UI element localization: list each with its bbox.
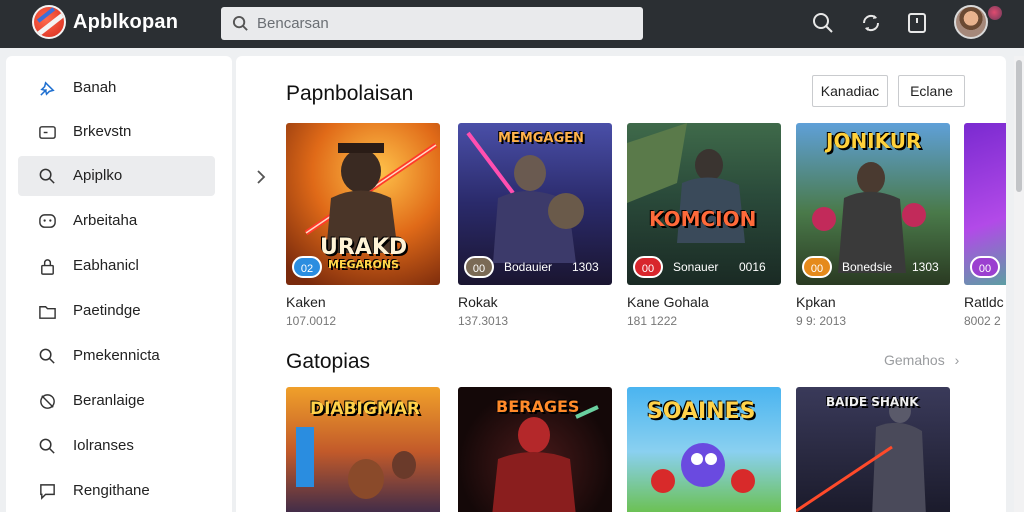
sidebar: Banah Brkevstn Apiplko Arbeitaha Eabhani… [6, 56, 232, 512]
game-name[interactable]: Kpkan [796, 294, 836, 310]
sidebar-item-eabhanicl[interactable]: Eabhanicl [18, 246, 215, 286]
sidebar-item-label: Pmekennicta [73, 347, 160, 364]
game-cover[interactable]: JONIKUR 00 Bonedsie 1303 [796, 123, 950, 285]
game-meta: 137.3013 [458, 314, 509, 328]
search-icon [39, 348, 55, 364]
sidebar-item-label: Eabhanicl [73, 257, 139, 274]
see-all-link[interactable]: Gemahos › [884, 352, 959, 368]
sidebar-item-pmekennicta[interactable]: Pmekennicta [18, 336, 215, 376]
game-name[interactable]: Kaken [286, 294, 326, 310]
app-name[interactable]: Apblkopan [73, 11, 178, 34]
sidebar-item-label: Brkevstn [73, 123, 132, 140]
sidebar-item-brkevstn[interactable]: Brkevstn [18, 112, 215, 152]
app-logo[interactable] [32, 5, 66, 39]
cover-number: 1303 [912, 260, 939, 274]
chat-icon [39, 214, 56, 228]
search-icon [39, 438, 55, 454]
notification-badge[interactable] [986, 4, 1004, 22]
sidebar-item-arbeitaha[interactable]: Arbeitaha [18, 201, 215, 241]
cover-number: 1303 [572, 260, 599, 274]
cover-title: JONIKUR [826, 129, 922, 153]
rating-pill: 00 [633, 256, 663, 278]
rating-pill: 00 [802, 256, 832, 278]
chevron-right-icon[interactable] [254, 168, 268, 186]
cover-title: DIABIGMAR [310, 399, 420, 419]
avatar[interactable] [954, 5, 988, 39]
cover-title: KOMCION [649, 207, 757, 231]
game-meta: 181 1222 [627, 314, 678, 328]
rating-pill: 00 [464, 256, 494, 278]
cover-badge: 00 Bonedsie 1303 [802, 256, 946, 278]
cover-tagline: Sonauer [673, 260, 719, 274]
sidebar-item-label: Apiplko [73, 167, 123, 184]
game-cover[interactable]: SOAINES [627, 387, 781, 512]
sidebar-item-label: Arbeitaha [73, 212, 138, 229]
search-icon [39, 168, 55, 184]
sidebar-item-iolranses[interactable]: Iolranses [18, 426, 215, 466]
folder-icon [39, 306, 56, 319]
top-bar: Apblkopan [0, 0, 1024, 48]
sidebar-item-beranlaige[interactable]: Beranlaige [18, 381, 215, 421]
main-panel: Papnbolaisan Kanadiac Eclane URAKD MEGAR… [236, 56, 1006, 512]
cover-subtitle: MEGARONS [328, 258, 399, 271]
rating-pill: 00 [970, 256, 1000, 278]
sidebar-item-banah[interactable]: Banah [18, 68, 215, 108]
game-meta: 107.0012 [286, 314, 337, 328]
cover-badge: 02 [292, 256, 322, 278]
game-cover[interactable]: 00 [964, 123, 1006, 285]
cover-title: BAIDE SHANK [826, 395, 919, 409]
cover-tagline: Bonedsie [842, 260, 893, 274]
sidebar-item-label: Rengithane [73, 482, 150, 499]
cover-title: MEMGAGEN [498, 131, 584, 146]
game-name[interactable]: Kane Gohala [627, 294, 709, 310]
game-meta: 9 9: 2013 [796, 314, 847, 328]
sync-icon[interactable] [859, 11, 883, 35]
cover-title: URAKD [320, 235, 408, 260]
game-cover[interactable]: MEMGAGEN 00 Bodauier 1303 [458, 123, 612, 285]
cover-badge: 00 Sonauer 0016 [633, 256, 777, 278]
game-meta: 8002 2 [964, 314, 1001, 328]
sidebar-item-label: Iolranses [73, 437, 134, 454]
game-name[interactable]: Ratldc [964, 294, 1004, 310]
message-icon [40, 484, 55, 500]
game-cover[interactable]: BAIDE SHANK [796, 387, 950, 512]
lock-icon [41, 259, 54, 275]
see-all-label: Gemahos [884, 352, 945, 368]
card-icon [39, 126, 56, 139]
disabled-icon [40, 394, 55, 409]
sidebar-item-label: Banah [73, 79, 117, 96]
cover-title: BERAGES [496, 397, 580, 416]
search-icon[interactable] [811, 11, 835, 35]
scrollbar[interactable] [1014, 56, 1024, 512]
game-name[interactable]: Rokak [458, 294, 498, 310]
cover-number: 0016 [739, 260, 766, 274]
search-icon [232, 15, 248, 31]
sidebar-item-label: Beranlaige [73, 392, 145, 409]
section-title: Papnbolaisan [286, 82, 414, 105]
library-icon[interactable] [905, 11, 929, 35]
sort-button[interactable]: Eclane [898, 75, 965, 107]
cover-badge: 00 [970, 256, 1000, 278]
cover-tagline: Bodauier [504, 260, 553, 274]
rating-pill: 02 [292, 256, 322, 278]
search-input[interactable] [257, 11, 627, 36]
cover-badge: 00 Bodauier 1303 [464, 256, 608, 278]
game-cover[interactable]: KOMCION 00 Sonauer 0016 [627, 123, 781, 285]
game-cover[interactable]: DIABIGMAR [286, 387, 440, 512]
sidebar-item-apiplko[interactable]: Apiplko [18, 156, 215, 196]
sidebar-item-label: Paetindge [73, 302, 141, 319]
cover-title: SOAINES [647, 399, 756, 424]
chevron-right-icon: › [954, 352, 960, 368]
sidebar-item-rengithane[interactable]: Rengithane [18, 471, 215, 511]
section-title: Gatopias [286, 350, 371, 373]
scroll-thumb[interactable] [1016, 60, 1022, 192]
search-bar[interactable] [221, 7, 643, 40]
sidebar-item-paetindge[interactable]: Paetindge [18, 291, 215, 331]
game-cover[interactable]: BERAGES [458, 387, 612, 512]
game-cover[interactable]: URAKD MEGARONS 02 [286, 123, 440, 285]
filter-button[interactable]: Kanadiac [812, 75, 888, 107]
pin-icon [40, 81, 55, 96]
